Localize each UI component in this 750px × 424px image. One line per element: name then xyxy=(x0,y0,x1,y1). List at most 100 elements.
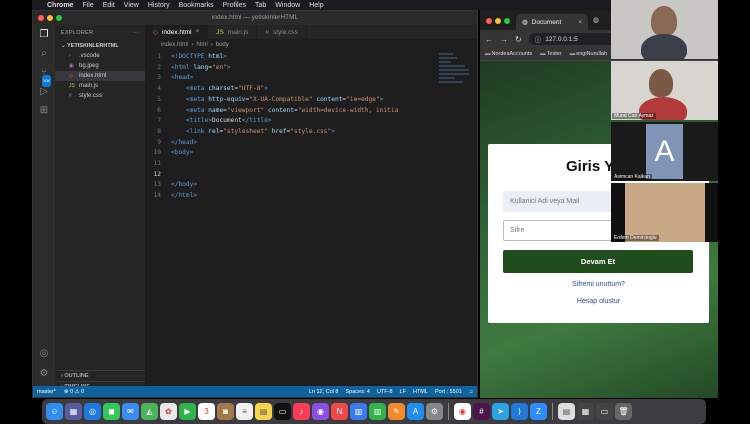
live-server-port[interactable]: Port : 5501 xyxy=(435,389,462,395)
app-store-icon[interactable]: A xyxy=(407,403,424,420)
code-line[interactable]: 12 xyxy=(145,170,477,181)
code-line[interactable]: 10 <body> xyxy=(145,148,477,159)
close-tab-icon[interactable]: × xyxy=(196,29,200,35)
minimize-window-icon[interactable] xyxy=(495,18,501,24)
system-preferences-icon[interactable]: ⚙ xyxy=(426,403,443,420)
folder-stack-icon[interactable]: ▭ xyxy=(596,403,613,420)
tab-style-css[interactable]: # style.css xyxy=(257,25,307,39)
second-tab-icon[interactable]: ◍ xyxy=(593,16,599,24)
telegram-icon[interactable]: ➤ xyxy=(492,403,509,420)
participant-tile[interactable]: Erdem Demircioglu xyxy=(611,183,718,242)
menu-window[interactable]: Window xyxy=(275,2,300,9)
submit-button[interactable]: Devam Et xyxy=(503,250,693,273)
code-line[interactable]: 9 </head> xyxy=(145,138,477,149)
reminders-icon[interactable]: ≡ xyxy=(236,403,253,420)
more-actions-icon[interactable]: ··· xyxy=(133,30,139,36)
breadcrumb-file[interactable]: index.html xyxy=(161,42,188,48)
code-line[interactable]: 4 <meta charset = "UTF-8" > xyxy=(145,84,477,95)
menu-edit[interactable]: Edit xyxy=(103,2,115,9)
safari-icon[interactable]: ◎ xyxy=(84,403,101,420)
file-item-style-css[interactable]: # style.css xyxy=(55,91,145,101)
participant-tile[interactable]: A Asimcan Kalkan xyxy=(611,122,718,181)
breadcrumb-html[interactable]: html xyxy=(196,42,207,48)
bookmark-nordea[interactable]: ▬NordeaAccounts xyxy=(485,51,532,57)
photos-icon[interactable]: ✿ xyxy=(160,403,177,420)
podcasts-icon[interactable]: ◉ xyxy=(312,403,329,420)
keynote-icon[interactable]: ▥ xyxy=(350,403,367,420)
pages-icon[interactable]: ✎ xyxy=(388,403,405,420)
line-ending[interactable]: LF xyxy=(400,389,406,395)
calendar-icon[interactable]: 3 xyxy=(198,403,215,420)
mail-icon[interactable]: ✉ xyxy=(122,403,139,420)
trash-icon[interactable]: 🗑 xyxy=(615,403,632,420)
downloads-icon[interactable]: ▦ xyxy=(577,403,594,420)
close-tab-icon[interactable]: × xyxy=(578,19,582,26)
minimap[interactable] xyxy=(439,53,469,103)
source-control-icon[interactable]: ⑂ 10K xyxy=(38,67,52,87)
branch-status[interactable]: master* xyxy=(37,389,56,395)
menu-tab[interactable]: Tab xyxy=(255,2,266,9)
maps-icon[interactable]: ◭ xyxy=(141,403,158,420)
file-item-main-js[interactable]: JS main.js xyxy=(55,81,145,91)
menu-history[interactable]: History xyxy=(148,2,170,9)
messages-icon[interactable]: ◼ xyxy=(103,403,120,420)
tab-main-js[interactable]: JS main.js xyxy=(208,25,258,39)
zoom-icon[interactable]: Z xyxy=(530,403,547,420)
run-debug-icon[interactable]: ▷ xyxy=(38,86,50,98)
notes-icon[interactable]: ▤ xyxy=(255,403,272,420)
code-line[interactable]: 6 <meta name = "viewport" content = "width=d… xyxy=(145,106,477,117)
encoding[interactable]: UTF-8 xyxy=(377,389,393,395)
workspace-folder[interactable]: ⌄ YETISKINLERHTML xyxy=(55,41,145,51)
back-icon[interactable]: ← xyxy=(485,35,493,44)
menu-view[interactable]: View xyxy=(124,2,139,9)
document-icon[interactable]: ▤ xyxy=(558,403,575,420)
indentation[interactable]: Spaces: 4 xyxy=(345,389,369,395)
file-item-index-html[interactable]: ◇ index.html xyxy=(55,71,145,81)
explorer-icon[interactable]: ❐ xyxy=(38,29,50,41)
search-icon[interactable]: ⌕ xyxy=(38,48,50,60)
code-line[interactable]: 14 </html> xyxy=(145,191,477,202)
vscode-icon[interactable]: ⟩ xyxy=(511,403,528,420)
numbers-icon[interactable]: ▥ xyxy=(369,403,386,420)
extensions-icon[interactable]: ⊞ xyxy=(38,105,50,117)
code-editor[interactable]: 1 <!DOCTYPE html >2 <html lang = "en" >3 <head>… xyxy=(145,50,477,202)
participant-tile[interactable] xyxy=(611,0,718,59)
chrome-icon[interactable]: ◉ xyxy=(454,403,471,420)
facetime-icon[interactable]: ▶ xyxy=(179,403,196,420)
tab-index-html[interactable]: ◇ index.html × xyxy=(145,25,209,39)
language-mode[interactable]: HTML xyxy=(413,389,428,395)
bell-icon[interactable]: ♫ xyxy=(469,389,473,395)
music-icon[interactable]: ♪ xyxy=(293,403,310,420)
menu-file[interactable]: File xyxy=(82,2,93,9)
gear-icon[interactable]: ⚙ xyxy=(38,368,50,380)
chrome-tab-document[interactable]: ◍ Document × xyxy=(516,14,588,30)
code-line[interactable]: 7 <title> Document </title> xyxy=(145,116,477,127)
code-line[interactable]: 5 <meta http-equiv = "X-UA-Compatible" con… xyxy=(145,95,477,106)
file-item-bg-jpeg[interactable]: ▣ bg.jpeg xyxy=(55,61,145,71)
launchpad-icon[interactable]: ▦ xyxy=(65,403,82,420)
zoom-window-icon[interactable] xyxy=(56,15,62,21)
file-item-vscode[interactable]: › .vscode xyxy=(55,51,145,61)
account-icon[interactable]: ◎ xyxy=(38,348,50,360)
code-line[interactable]: 2 <html lang = "en" > xyxy=(145,63,477,74)
finder-icon[interactable]: ☺ xyxy=(46,403,63,420)
cursor-position[interactable]: Ln 12, Col 8 xyxy=(309,389,339,395)
menu-help[interactable]: Help xyxy=(309,2,323,9)
close-window-icon[interactable] xyxy=(38,15,44,21)
code-line[interactable]: 1 <!DOCTYPE html > xyxy=(145,52,477,63)
breadcrumb-body[interactable]: body xyxy=(216,42,229,48)
bookmark-engi[interactable]: ▬engiNurullah xyxy=(570,51,607,57)
zoom-window-icon[interactable] xyxy=(504,18,510,24)
menu-profiles[interactable]: Profiles xyxy=(223,2,246,9)
close-window-icon[interactable] xyxy=(486,18,492,24)
code-line[interactable]: 11 xyxy=(145,159,477,170)
minimize-window-icon[interactable] xyxy=(47,15,53,21)
reload-icon[interactable]: ↻ xyxy=(515,35,522,44)
code-line[interactable]: 13 </body> xyxy=(145,180,477,191)
participant-tile[interactable]: Murat Can Aymaz xyxy=(611,61,718,120)
code-line[interactable]: 8 <link rel = "stylesheet" href = "style.css… xyxy=(145,127,477,138)
outline-section[interactable]: › OUTLINE xyxy=(55,370,145,381)
problems-status[interactable]: ⊗ 0 ⚠ 0 xyxy=(64,389,84,395)
news-icon[interactable]: N xyxy=(331,403,348,420)
register-link[interactable]: Hesap olustur xyxy=(488,298,709,305)
